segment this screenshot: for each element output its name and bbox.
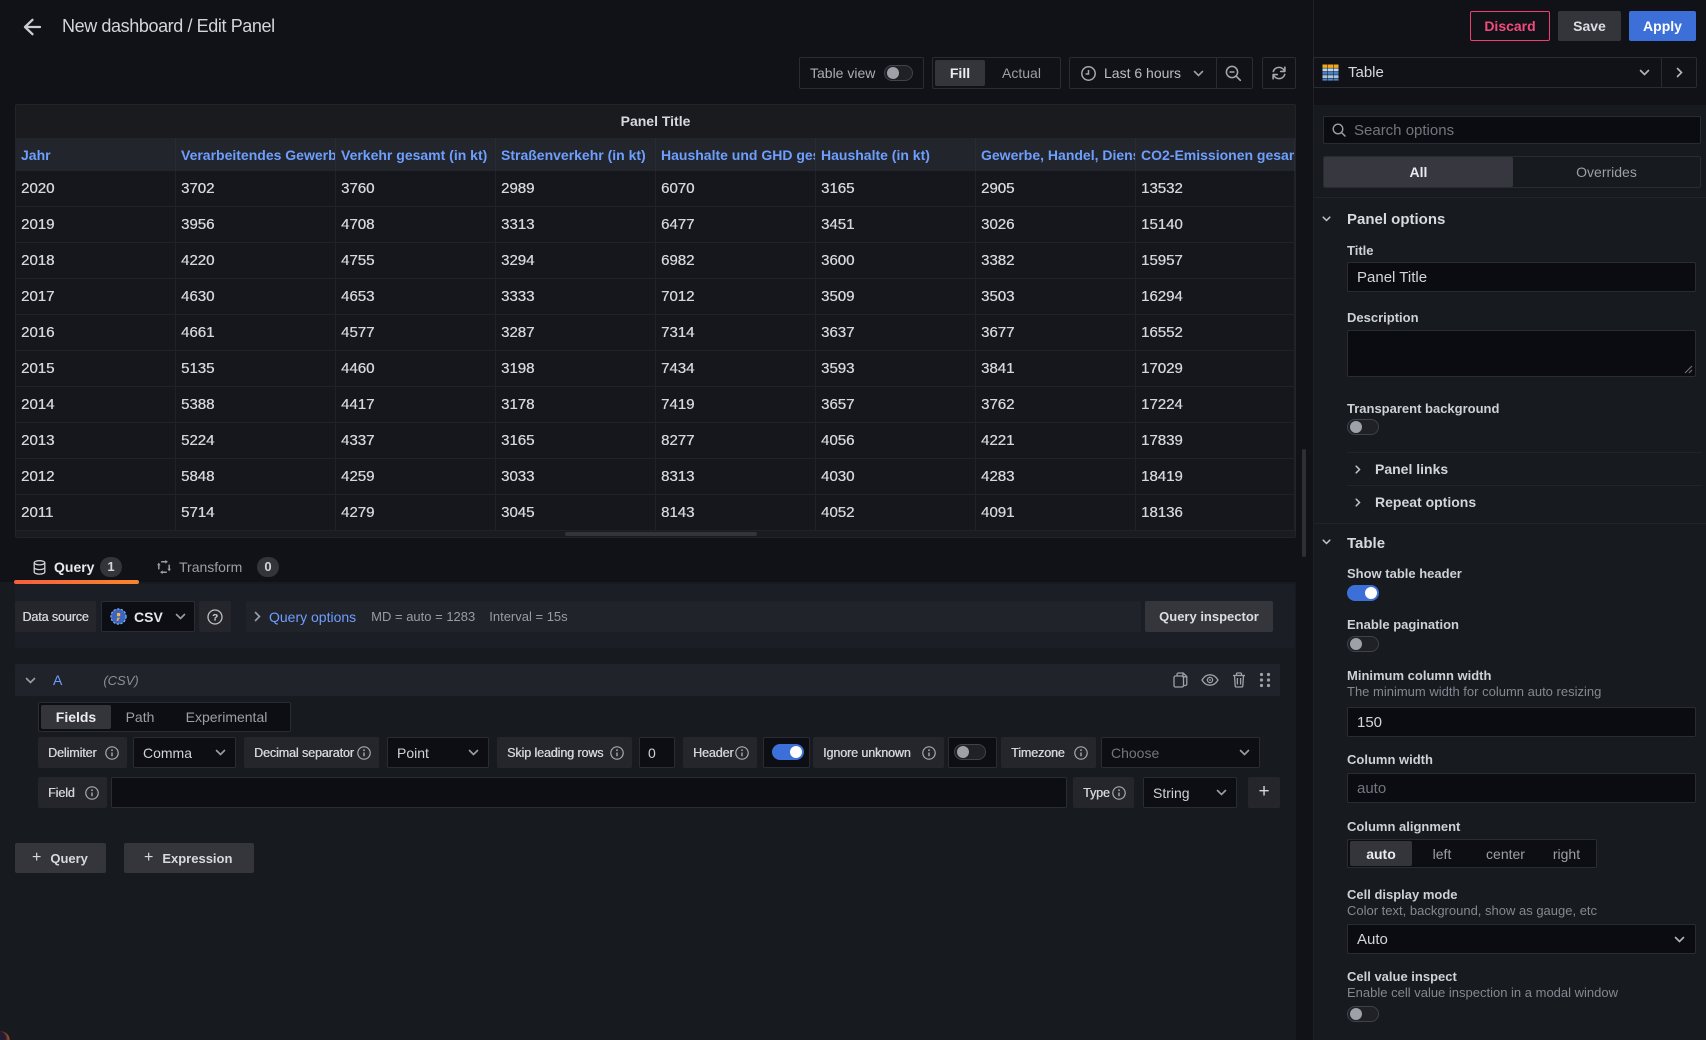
svg-text:?: ? xyxy=(212,612,218,623)
